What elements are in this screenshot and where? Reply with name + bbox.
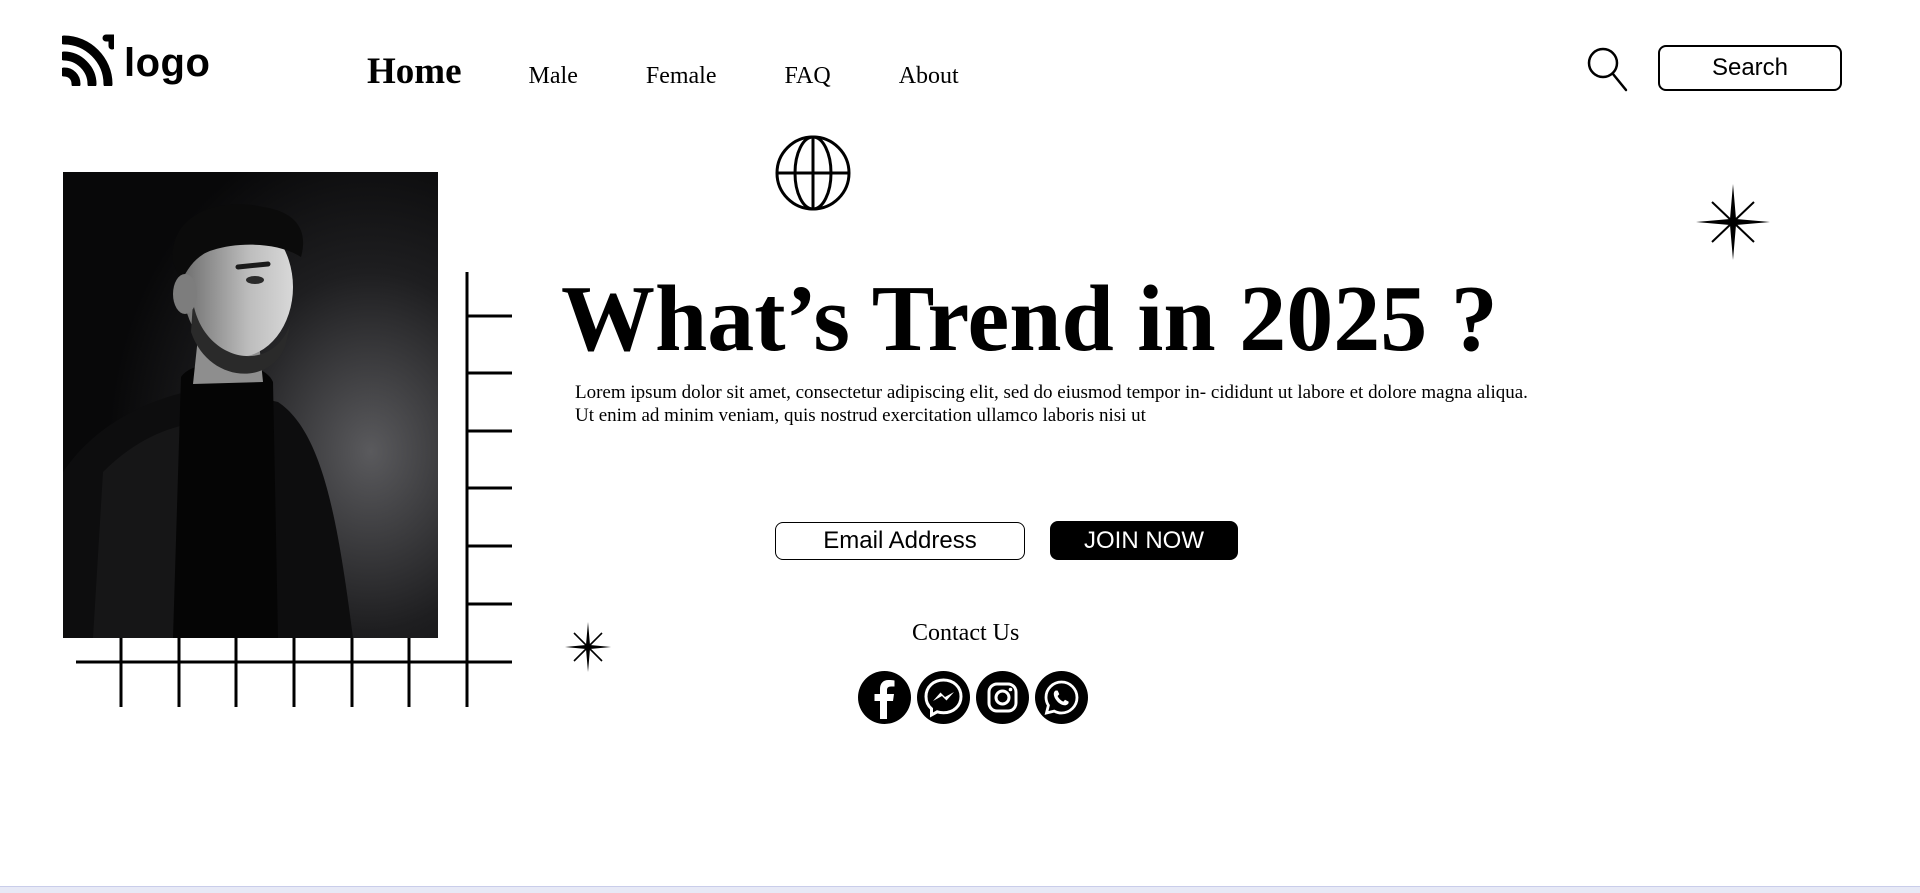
sparkle-star-small-icon [565,622,611,672]
sparkle-star-icon [1696,184,1770,260]
main-nav: Home Male Female FAQ About [367,50,1027,93]
nav-faq[interactable]: FAQ [784,63,830,90]
magnifier-icon[interactable] [1586,46,1628,92]
messenger-icon[interactable] [917,671,970,724]
search-button[interactable]: Search [1658,45,1842,91]
facebook-icon[interactable] [858,671,911,724]
social-icons [858,671,1088,724]
whatsapp-icon[interactable] [1035,671,1088,724]
wifi-arc-logo-icon [59,34,116,91]
nav-home[interactable]: Home [367,50,462,93]
window-bottom-bar [0,886,1920,893]
join-now-button[interactable]: JOIN NOW [1050,521,1238,560]
contact-title: Contact Us [912,620,1020,646]
email-input[interactable] [775,522,1025,560]
nav-female[interactable]: Female [646,63,717,90]
logo[interactable]: logo [59,34,211,91]
hero-headline: What’s Trend in 2025 ? [561,267,1498,371]
globe-icon [774,134,852,212]
portrait-photo [63,172,438,638]
instagram-icon[interactable] [976,671,1029,724]
hero-body-text: Lorem ipsum dolor sit amet, consectetur … [575,382,1528,426]
logo-text: logo [124,40,211,85]
nav-about[interactable]: About [899,63,959,90]
nav-male[interactable]: Male [529,63,578,90]
